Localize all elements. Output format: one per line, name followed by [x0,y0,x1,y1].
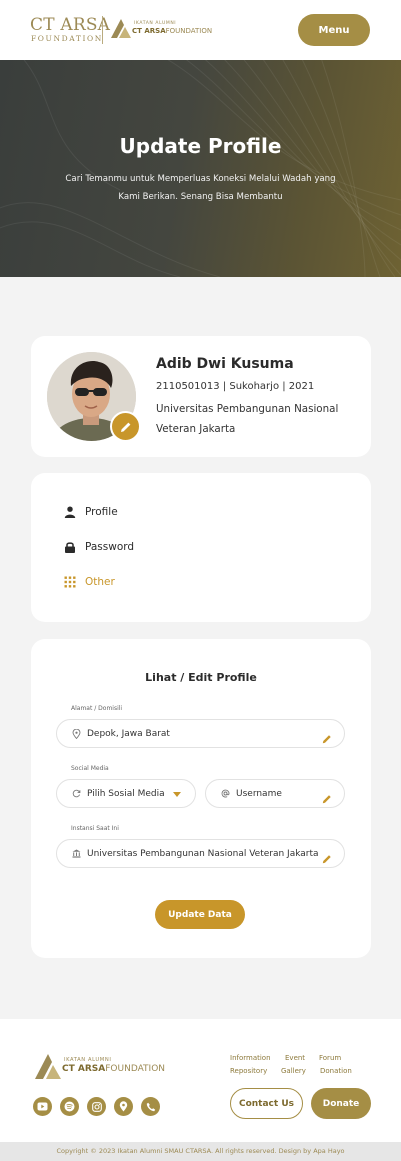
menu-item-other[interactable]: Other [63,573,115,591]
address-label: Alamat / Domisili [71,705,123,712]
profile-menu-card: Profile Password Other [31,473,371,622]
menu-item-label: Profile [85,506,118,518]
footer-logo-main-text: CT ARSAFOUNDATION [62,1064,165,1074]
edit-avatar-button[interactable] [110,411,141,442]
institution-field[interactable]: Universitas Pembangunan Nasional Veteran… [56,839,345,868]
page-title: Update Profile [119,134,282,158]
contact-us-button[interactable]: Contact Us [230,1088,303,1119]
profile-university: Universitas Pembangunan Nasional Veteran… [156,403,339,435]
footer-link-donation[interactable]: Donation [320,1067,352,1075]
profile-meta: 2110501013 | Sukoharjo | 2021 [156,381,315,392]
form-title: Lihat / Edit Profile [145,671,257,684]
institution-value: Universitas Pembangunan Nasional Veteran… [87,848,319,859]
username-value: Username [236,788,282,799]
at-sign-icon [220,789,230,799]
hero-banner: Update Profile Cari Temanmu untuk Memper… [0,60,401,277]
site-footer: IKATAN ALUMNI CT ARSAFOUNDATION Informat… [0,1019,401,1142]
pencil-icon[interactable] [322,789,332,804]
logo2-rest-text: FOUNDATION [165,27,213,35]
footer-link-information[interactable]: Information [230,1054,271,1062]
menu-item-label: Password [85,541,135,553]
menu-button[interactable]: Menu [298,14,370,46]
social-links [33,1097,168,1116]
hero-subtitle: Cari Temanmu untuk Memperluas Koneksi Me… [65,174,336,202]
pencil-icon[interactable] [322,849,332,864]
copyright-bar: Copyright © 2023 Ikatan Alumni SMAU CTAR… [0,1142,401,1161]
logo2-main-text: CT ARSAFOUNDATION [132,27,212,35]
pencil-icon [120,422,130,432]
footer-link-repository[interactable]: Repository [230,1067,267,1075]
spotify-icon[interactable] [60,1097,79,1116]
update-data-button[interactable]: Update Data [155,900,245,929]
pencil-icon[interactable] [322,729,332,744]
phone-icon[interactable] [141,1097,160,1116]
youtube-icon[interactable] [33,1097,52,1116]
instagram-icon[interactable] [87,1097,106,1116]
bank-icon [71,849,81,859]
lock-icon [63,540,77,554]
address-field[interactable]: Depok, Jawa Barat [56,719,345,748]
grid-icon [63,575,77,589]
logo-divider [102,16,103,44]
ctarsa-logo[interactable]: CT ARSA FOUNDATION [30,15,110,45]
institution-label: Instansi Saat Ini [71,825,119,832]
foundation-emblem-icon [35,1054,61,1079]
footer-link-forum[interactable]: Forum [319,1054,341,1062]
hero-wave-pattern [0,60,401,277]
profile-name: Adib Dwi Kusuma [156,356,294,372]
donate-button[interactable]: Donate [311,1088,371,1119]
location-icon[interactable] [114,1097,133,1116]
address-value: Depok, Jawa Barat [87,728,170,739]
footer-logo-top-text: IKATAN ALUMNI [64,1057,112,1063]
profile-summary-card: Adib Dwi Kusuma 2110501013 | Sukoharjo |… [31,336,371,457]
chevron-down-icon [173,792,181,797]
footer-logo[interactable]: IKATAN ALUMNI CT ARSAFOUNDATION [34,1052,165,1080]
user-icon [63,505,77,519]
location-pin-icon [71,728,81,739]
social-media-label: Social Media [71,765,109,772]
logo2-top-text: IKATAN ALUMNI [134,21,177,26]
refresh-icon [71,789,81,799]
footer-logo-brand-text: CT ARSA [62,1064,106,1074]
menu-item-password[interactable]: Password [63,538,134,556]
edit-profile-card: Lihat / Edit Profile Alamat / Domisili D… [31,639,371,958]
logo-sub-text: FOUNDATION [31,34,103,43]
foundation-emblem-icon [111,19,131,38]
social-media-select-value: Pilih Sosial Media [87,788,165,799]
menu-item-label: Other [85,576,115,588]
site-header: CT ARSA FOUNDATION IKATAN ALUMNI CT ARSA… [0,0,401,60]
logo2-brand-text: CT ARSA [132,27,166,35]
menu-item-profile[interactable]: Profile [63,503,118,521]
footer-logo-rest-text: FOUNDATION [105,1064,166,1074]
username-field[interactable]: Username [205,779,345,808]
footer-link-event[interactable]: Event [285,1054,305,1062]
logo-main-text: CT ARSA [30,15,111,35]
footer-link-gallery[interactable]: Gallery [281,1067,306,1075]
social-media-select[interactable]: Pilih Sosial Media [56,779,196,808]
alumni-foundation-logo[interactable]: IKATAN ALUMNI CT ARSAFOUNDATION [110,17,212,43]
